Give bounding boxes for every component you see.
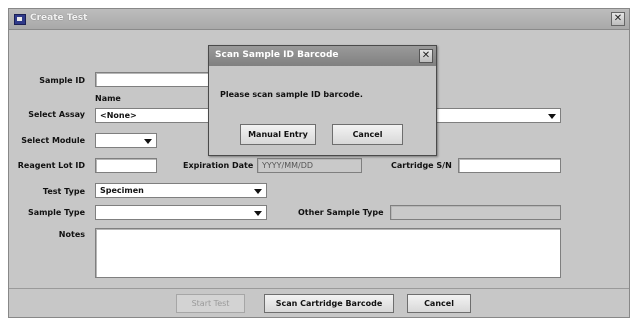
name-column-header: Name [95,94,121,103]
manual-entry-button[interactable]: Manual Entry [240,124,316,145]
expiration-date-label: Expiration Date [183,161,254,170]
cartridge-sn-label: Cartridge S/N [391,161,452,170]
app-icon [14,14,26,25]
scan-sample-id-dialog: Scan Sample ID Barcode ✕ Please scan sam… [208,45,437,156]
select-assay-value: <None> [100,111,137,120]
dialog-cancel-button[interactable]: Cancel [332,124,403,145]
expiration-date-input[interactable]: YYYY/MM/DD [257,158,362,173]
sample-type-dropdown[interactable] [95,205,267,220]
sample-id-input[interactable] [95,72,209,87]
dialog-title: Scan Sample ID Barcode [215,50,339,60]
sample-id-label: Sample ID [39,76,85,85]
chevron-down-icon [254,189,262,194]
scan-cartridge-barcode-button[interactable]: Scan Cartridge Barcode [264,294,394,313]
other-sample-type-input[interactable] [390,205,561,220]
notes-label: Notes [58,230,85,239]
test-type-label: Test Type [42,187,85,196]
window-titlebar[interactable]: Create Test ✕ [9,9,629,30]
select-module-dropdown[interactable] [95,133,157,148]
notes-textarea[interactable] [95,228,561,278]
test-type-dropdown[interactable]: Specimen [95,183,267,198]
dialog-titlebar[interactable]: Scan Sample ID Barcode [209,46,436,66]
test-type-value: Specimen [100,186,144,195]
reagent-lot-label: Reagent Lot ID [17,161,85,170]
window-title: Create Test [30,13,88,23]
select-assay-label: Select Assay [28,110,85,119]
chevron-down-icon [548,114,556,119]
button-bar: Start Test Scan Cartridge Barcode Cancel [9,288,629,317]
window-close-button[interactable]: ✕ [611,12,625,26]
select-module-label: Select Module [21,136,85,145]
reagent-lot-input[interactable] [95,158,157,173]
other-sample-type-label: Other Sample Type [298,208,384,217]
chevron-down-icon [254,211,262,216]
cartridge-sn-input[interactable] [458,158,561,173]
dialog-message: Please scan sample ID barcode. [220,90,363,99]
dialog-close-button[interactable]: ✕ [419,49,433,63]
cancel-button[interactable]: Cancel [407,294,471,313]
chevron-down-icon [144,139,152,144]
start-test-button[interactable]: Start Test [176,294,245,313]
sample-type-label: Sample Type [27,208,85,217]
